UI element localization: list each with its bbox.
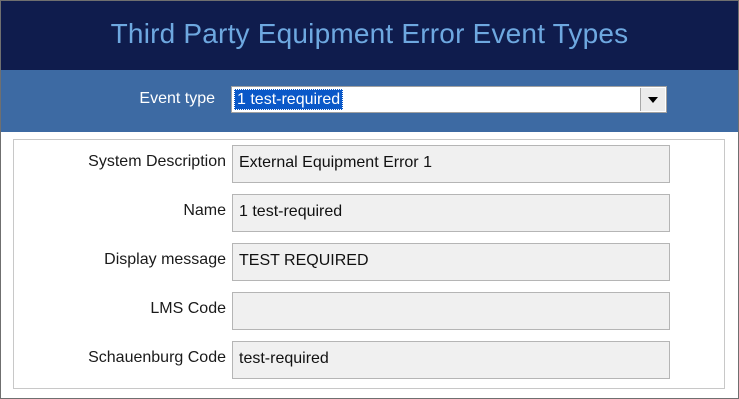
chevron-down-icon — [648, 96, 658, 103]
display-message-field[interactable]: TEST REQUIRED — [232, 243, 670, 281]
dropdown-button[interactable] — [640, 88, 665, 111]
details-form: System Description External Equipment Er… — [13, 139, 725, 389]
dialog-window: Third Party Equipment Error Event Types … — [0, 0, 739, 399]
system-description-field[interactable]: External Equipment Error 1 — [232, 145, 670, 183]
event-type-label: Event type — [139, 90, 215, 107]
title-bar: Third Party Equipment Error Event Types — [1, 1, 738, 70]
lms-code-label: LMS Code — [150, 300, 226, 317]
event-type-selected-value: 1 test-required — [234, 89, 344, 110]
schauenburg-code-label: Schauenburg Code — [88, 349, 226, 366]
lms-code-field[interactable] — [232, 292, 670, 330]
page-title: Third Party Equipment Error Event Types — [110, 17, 629, 49]
name-field[interactable]: 1 test-required — [232, 194, 670, 232]
event-type-bar: Event type 1 test-required — [1, 70, 738, 132]
form-row-schauenburg-code: Schauenburg Code test-required — [14, 336, 724, 379]
schauenburg-code-field[interactable]: test-required — [232, 341, 670, 379]
form-row-name: Name 1 test-required — [14, 189, 724, 232]
form-row-system-description: System Description External Equipment Er… — [14, 140, 724, 183]
system-description-label: System Description — [88, 153, 226, 170]
form-row-lms-code: LMS Code — [14, 287, 724, 330]
display-message-label: Display message — [104, 251, 226, 268]
event-type-select[interactable]: 1 test-required — [231, 86, 667, 113]
name-label: Name — [183, 202, 226, 219]
form-row-display-message: Display message TEST REQUIRED — [14, 238, 724, 281]
